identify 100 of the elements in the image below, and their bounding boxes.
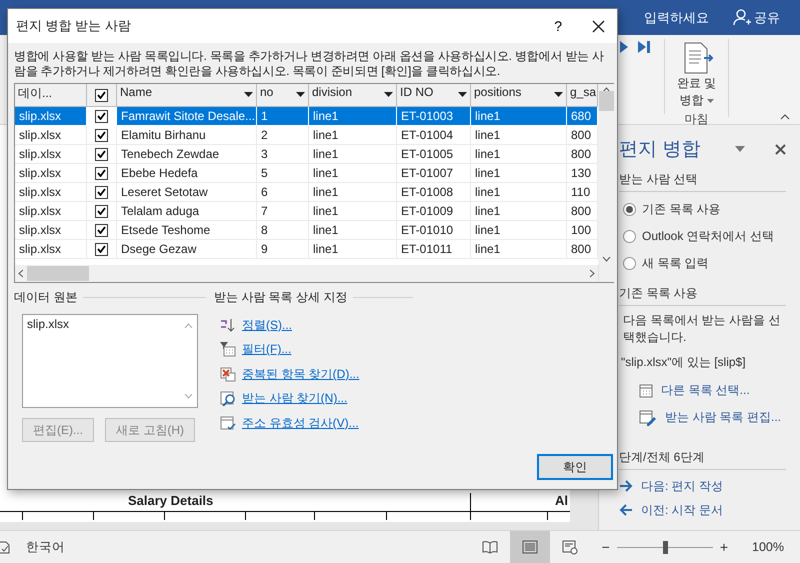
link[interactable]: 중복된 항목 찾기(D)... bbox=[242, 366, 360, 383]
radio-button[interactable] bbox=[623, 203, 636, 216]
collapse-ribbon-icon[interactable] bbox=[780, 114, 790, 120]
group-label: 마침 bbox=[684, 111, 708, 128]
column-header[interactable]: g_sa bbox=[567, 84, 598, 107]
share-button[interactable]: 공유 bbox=[733, 8, 780, 26]
table-cell: ET-01008 bbox=[397, 183, 471, 202]
link[interactable]: 주소 유효성 검사(V)... bbox=[242, 414, 359, 432]
search-hint[interactable]: 입력하세요 bbox=[644, 8, 709, 26]
table-cell: Dsege Gezaw bbox=[117, 240, 257, 259]
radio-button[interactable] bbox=[623, 230, 636, 243]
ok-button[interactable]: 확인 bbox=[537, 454, 613, 480]
table-cell: slip.xlsx bbox=[15, 126, 87, 145]
check-mark-icon bbox=[97, 131, 106, 139]
list-item[interactable]: slip.xlsx bbox=[27, 317, 70, 331]
table-row[interactable]: slip.xlsx Ebebe Hedefa 5 line1 ET-01007 line1 130 bbox=[15, 164, 598, 183]
step-link[interactable]: 다음: 편지 작성 bbox=[619, 474, 724, 498]
column-header[interactable]: no bbox=[257, 84, 309, 107]
table-row[interactable]: slip.xlsx Telalam aduga 7 line1 ET-01009 line1 800 bbox=[15, 202, 598, 221]
table-row[interactable]: slip.xlsx Tenebech Zewdae 3 line1 ET-01005 line1 800 bbox=[15, 145, 598, 164]
checkbox[interactable] bbox=[95, 128, 108, 142]
scroll-left-icon[interactable] bbox=[18, 269, 23, 278]
section-heading: 받는 사람 선택 bbox=[619, 171, 786, 192]
group-title: 받는 사람 목록 상세 지정 bbox=[214, 289, 348, 306]
next-record-button[interactable] bbox=[620, 39, 628, 55]
info-text: 다음 목록에서 받는 사람을 선택했습니다. bbox=[622, 312, 782, 346]
table-cell: 8 bbox=[257, 221, 309, 240]
arrow-right-icon bbox=[619, 480, 633, 492]
link[interactable]: 정렬(S)... bbox=[242, 316, 292, 334]
table-cell: line1 bbox=[471, 126, 567, 145]
pane-link[interactable]: 다른 목록 선택... bbox=[639, 377, 750, 404]
link[interactable]: 받는 사람 찾기(N)... bbox=[242, 390, 348, 408]
column-header[interactable]: division bbox=[309, 84, 397, 107]
table-cell: Elamitu Birhanu bbox=[117, 126, 257, 145]
checkbox[interactable] bbox=[95, 148, 108, 160]
scroll-down-icon[interactable] bbox=[602, 257, 611, 262]
checkbox[interactable] bbox=[95, 242, 108, 256]
dropdown-icon[interactable] bbox=[735, 146, 745, 152]
step-link[interactable]: 이전: 시작 문서 bbox=[619, 498, 724, 522]
scroll-thumb[interactable] bbox=[27, 266, 89, 281]
scroll-right-icon[interactable] bbox=[590, 269, 595, 278]
radio-button[interactable] bbox=[623, 257, 636, 270]
checkbox[interactable] bbox=[95, 166, 108, 180]
check-mark-icon bbox=[97, 91, 106, 99]
section-heading: 단계/전체 6단계 bbox=[619, 449, 786, 470]
radio-option[interactable]: 기존 목록 사용 bbox=[619, 196, 786, 223]
pane-title: 편지 병합 bbox=[619, 138, 702, 162]
proofing-icon[interactable] bbox=[0, 540, 10, 554]
column-header[interactable]: 데이... bbox=[15, 84, 87, 107]
table-cell: ET-01011 bbox=[397, 240, 471, 259]
table-cell: Tenebech Zewdae bbox=[117, 145, 257, 164]
close-icon[interactable] bbox=[775, 144, 786, 154]
zoom-out-button[interactable]: − bbox=[598, 539, 614, 555]
table-heading: Al bbox=[470, 493, 570, 511]
sort-icon bbox=[220, 318, 236, 333]
table-row[interactable]: slip.xlsx Famrawit Sitote Desale... 1 line1 ET-01003 line1 680 bbox=[15, 107, 598, 126]
table-row[interactable]: slip.xlsx Leseret Setotaw 6 line1 ET-01008 line1 110 bbox=[15, 183, 598, 202]
table-cell: line1 bbox=[309, 164, 397, 183]
table-row[interactable]: slip.xlsx Elamitu Birhanu 2 line1 ET-01004 line1 800 bbox=[15, 126, 598, 145]
close-icon[interactable] bbox=[592, 20, 605, 32]
scrollbar-corner bbox=[598, 265, 615, 282]
checkbox[interactable] bbox=[95, 204, 108, 218]
source-list[interactable]: slip.xlsx bbox=[22, 314, 198, 408]
horizontal-scrollbar[interactable] bbox=[15, 265, 598, 282]
checkbox[interactable] bbox=[95, 88, 108, 102]
help-button[interactable]: ? bbox=[554, 18, 562, 34]
zoom-in-button[interactable]: + bbox=[716, 539, 732, 555]
table-cell: ET-01010 bbox=[397, 221, 471, 240]
checkbox[interactable] bbox=[95, 224, 108, 236]
pane-link[interactable]: 받는 사람 목록 편집... bbox=[639, 404, 782, 431]
column-header[interactable]: Name bbox=[117, 84, 257, 107]
section-heading: 기존 목록 사용 bbox=[619, 285, 786, 306]
table-cell: slip.xlsx bbox=[15, 202, 87, 221]
table-row[interactable]: slip.xlsx Dsege Gezaw 9 line1 ET-01011 line1 800 bbox=[15, 240, 598, 259]
radio-option[interactable]: 새 목록 입력 bbox=[619, 250, 786, 277]
table-cell: 6 bbox=[257, 183, 309, 202]
table-cell: line1 bbox=[471, 107, 567, 126]
table-cell: line1 bbox=[309, 221, 397, 240]
checkbox[interactable] bbox=[95, 110, 108, 122]
check-mark-icon bbox=[97, 188, 106, 196]
view-button[interactable] bbox=[510, 531, 550, 563]
table-row[interactable]: slip.xlsx Etsede Teshome 8 line1 ET-01010 line1 100 bbox=[15, 221, 598, 240]
language-status[interactable]: 한국어 bbox=[26, 538, 65, 556]
radio-option[interactable]: Outlook 연락처에서 선택 bbox=[619, 223, 786, 250]
vertical-scrollbar[interactable] bbox=[598, 84, 615, 265]
column-header[interactable]: ID NO bbox=[397, 84, 471, 107]
check-mark-icon bbox=[97, 150, 106, 158]
table-cell: 5 bbox=[257, 164, 309, 183]
scroll-up-icon[interactable] bbox=[602, 87, 611, 92]
slider-thumb[interactable] bbox=[662, 540, 668, 554]
scroll-thumb[interactable] bbox=[599, 91, 614, 111]
link[interactable]: 필터(F)... bbox=[242, 341, 292, 358]
table-cell: 3 bbox=[257, 145, 309, 164]
column-header[interactable]: positions bbox=[471, 84, 567, 107]
check-mark-icon bbox=[97, 169, 106, 177]
checkbox[interactable] bbox=[95, 186, 108, 198]
last-record-button[interactable] bbox=[638, 39, 650, 55]
caret-icon bbox=[706, 98, 714, 102]
finish-merge-button[interactable]: 완료 및 병합 bbox=[676, 41, 716, 109]
table-cell: 1 bbox=[257, 107, 309, 126]
